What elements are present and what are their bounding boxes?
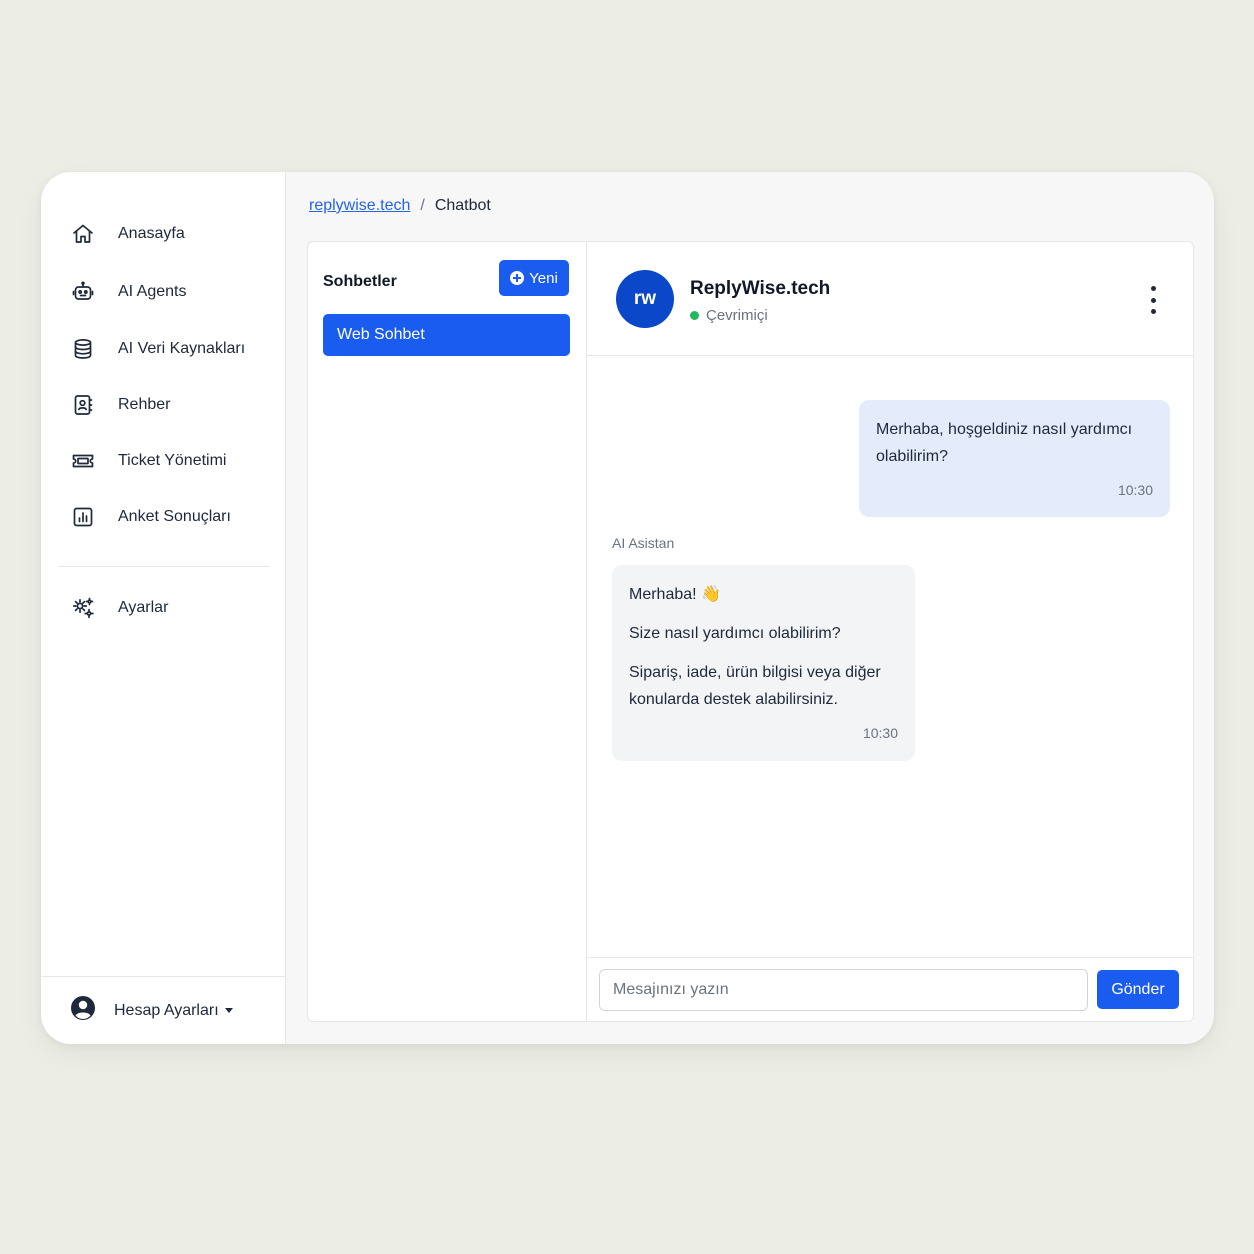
user-circle-icon: [70, 995, 96, 1026]
message-bubble-user: Merhaba, hoşgeldiniz nasıl yardımcı olab…: [859, 400, 1170, 517]
conversation-item-label: Web Sohbet: [337, 326, 425, 343]
online-status-dot-icon: [690, 311, 699, 320]
breadcrumb-current: Chatbot: [434, 197, 491, 214]
status-text: Çevrimiçi: [706, 307, 768, 324]
account-settings-label: Hesap Ayarları: [114, 1001, 219, 1019]
chat-contact-name: ReplyWise.tech: [690, 278, 831, 299]
message-bubble-ai: Merhaba! 👋 Size nasıl yardımcı olabiliri…: [612, 565, 915, 761]
conversation-item-web-sohbet[interactable]: Web Sohbet: [323, 314, 570, 356]
breadcrumb: replywise.tech / Chatbot: [309, 197, 491, 215]
app-window: Anasayfa AI Agents AI Veri Kaynakları Re…: [41, 172, 1214, 1044]
plus-circle-icon: [510, 271, 525, 285]
chat-panel: rw ReplyWise.tech Çevrimiçi Merhaba, hoş…: [587, 242, 1193, 1021]
new-button-label: Yeni: [529, 269, 558, 287]
send-button[interactable]: Gönder: [1097, 970, 1179, 1009]
sidebar-item-anket-sonuclari[interactable]: Anket Sonuçları: [69, 497, 269, 537]
main-content: replywise.tech / Chatbot Sohbetler Yeni …: [286, 172, 1214, 1044]
message-paragraph: Sipariş, iade, ürün bilgisi veya diğer k…: [629, 664, 881, 708]
sidebar-item-label: AI Veri Kaynakları: [118, 340, 246, 357]
message-composer: Gönder: [587, 957, 1193, 1021]
robot-icon: [69, 278, 97, 306]
sidebar-item-ai-veri-kaynaklari[interactable]: AI Veri Kaynakları: [69, 329, 269, 369]
message-time: 10:30: [862, 725, 898, 741]
chat-header: rw ReplyWise.tech Çevrimiçi: [587, 242, 1193, 356]
sidebar-item-label: Ticket Yönetimi: [118, 452, 227, 469]
database-icon: [69, 335, 97, 363]
conversations-panel: Sohbetler Yeni Web Sohbet: [308, 242, 587, 1021]
caret-down-icon: [224, 1008, 233, 1013]
sidebar-item-ayarlar[interactable]: Ayarlar: [69, 588, 269, 628]
sidebar-divider: [58, 566, 270, 567]
sidebar-item-rehber[interactable]: Rehber: [69, 385, 269, 425]
message-paragraph: Size nasıl yardımcı olabilirim?: [629, 625, 841, 642]
message-input[interactable]: [599, 969, 1088, 1011]
settings-gears-icon: [69, 594, 97, 622]
message-paragraph: Merhaba! 👋: [629, 586, 721, 603]
sidebar-item-ticket-yonetimi[interactable]: Ticket Yönetimi: [69, 441, 269, 481]
more-options-icon[interactable]: [1143, 284, 1163, 316]
sidebar-item-anasayfa[interactable]: Anasayfa: [69, 214, 269, 254]
message-text: Merhaba, hoşgeldiniz nasıl yardımcı olab…: [876, 421, 1133, 465]
sidebar-item-label: Rehber: [118, 396, 171, 413]
ticket-icon: [69, 447, 97, 475]
sidebar-item-ai-agents[interactable]: AI Agents: [69, 272, 269, 312]
contacts-book-icon: [69, 391, 97, 419]
chat-avatar: rw: [616, 270, 674, 328]
bar-chart-icon: [69, 503, 97, 531]
sidebar: Anasayfa AI Agents AI Veri Kaynakları Re…: [41, 172, 286, 1044]
new-conversation-button[interactable]: Yeni: [499, 260, 569, 296]
sidebar-item-label: Anasayfa: [118, 225, 185, 242]
account-settings-menu[interactable]: Hesap Ayarları: [41, 976, 285, 1044]
conversations-title: Sohbetler: [323, 273, 397, 290]
home-icon: [69, 220, 97, 248]
breadcrumb-link-home[interactable]: replywise.tech: [309, 197, 410, 215]
chat-status: Çevrimiçi: [690, 307, 768, 324]
message-time: 10:30: [1117, 482, 1153, 498]
chatbot-card: Sohbetler Yeni Web Sohbet rw ReplyWise.t…: [307, 241, 1194, 1022]
sidebar-item-label: Anket Sonuçları: [118, 508, 231, 525]
sidebar-item-label: Ayarlar: [118, 599, 169, 616]
sidebar-item-label: AI Agents: [118, 283, 187, 300]
ai-sender-label: AI Asistan: [612, 535, 675, 551]
breadcrumb-separator: /: [420, 197, 425, 214]
